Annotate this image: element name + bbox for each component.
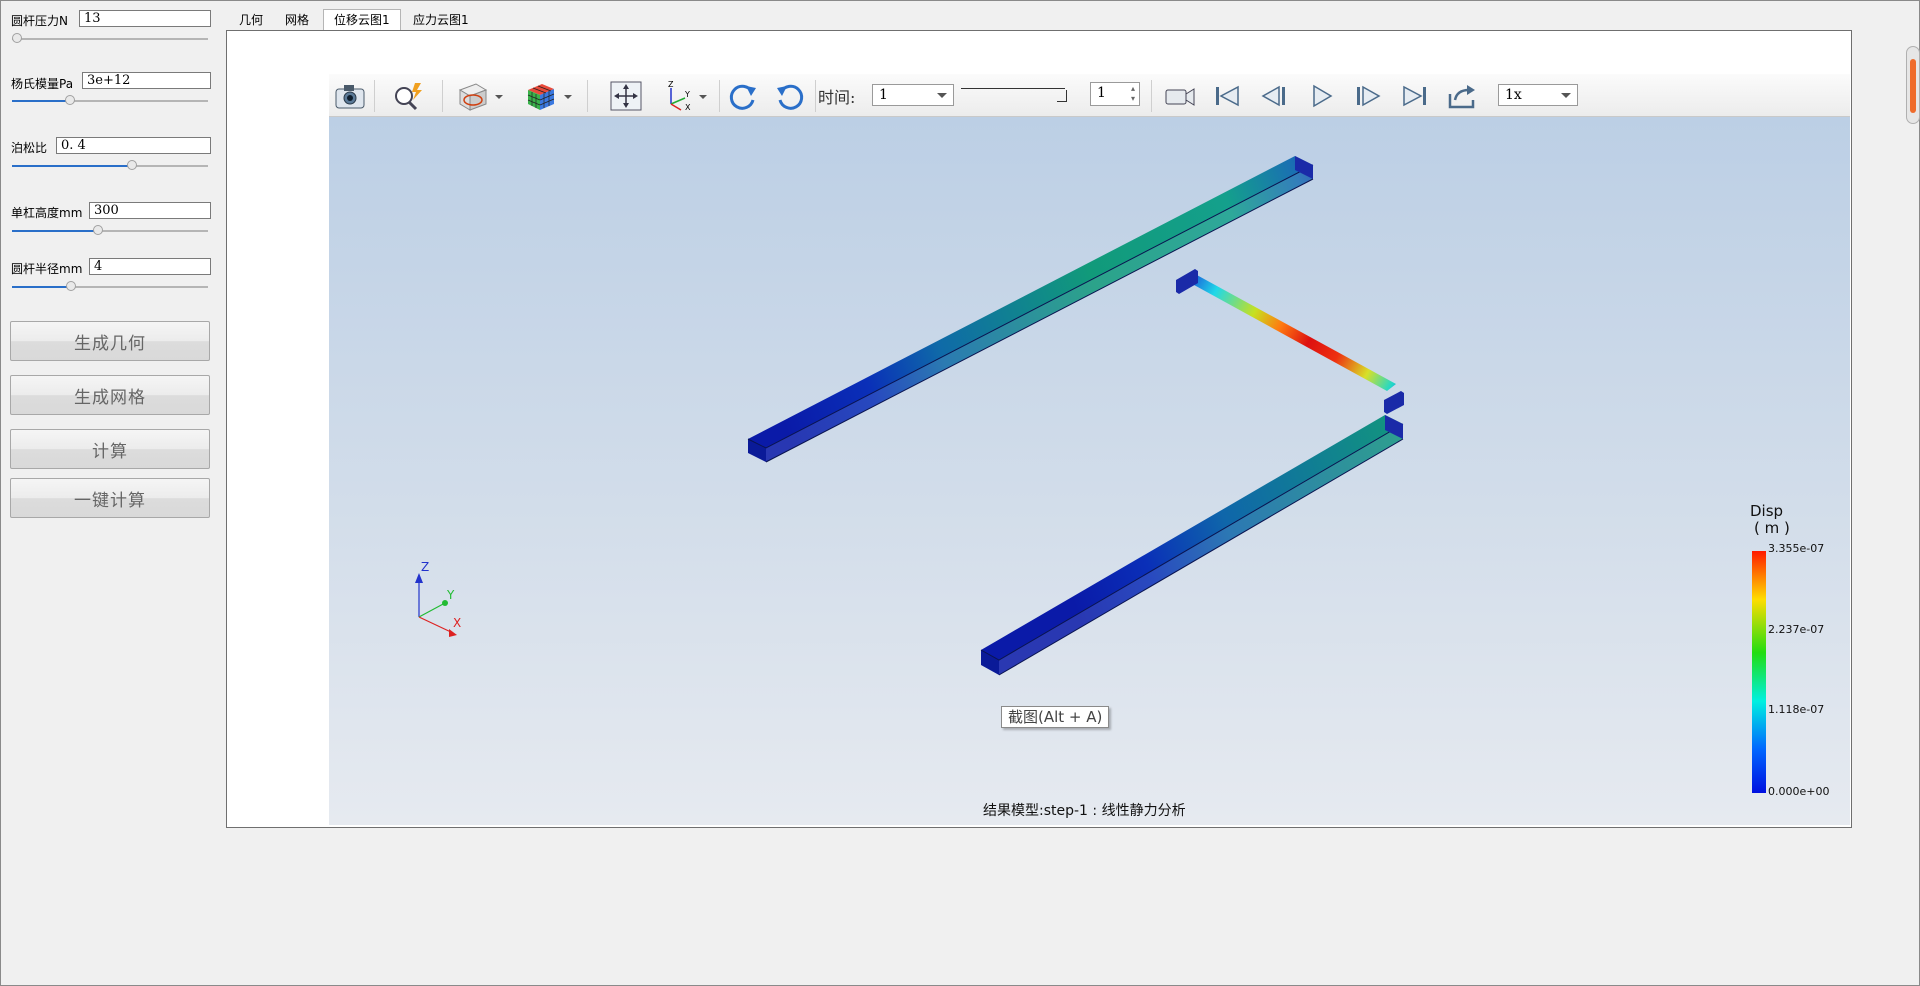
fit-view-icon[interactable]	[609, 80, 643, 112]
camera-icon[interactable]	[333, 80, 367, 112]
svg-text:Z: Z	[668, 80, 674, 89]
rotate-cw-icon[interactable]	[726, 80, 760, 112]
bar-height-slider[interactable]	[12, 225, 208, 237]
axes-icon[interactable]: Z Y X	[661, 80, 695, 112]
youngs-modulus-input[interactable]: 3e+12	[82, 72, 211, 89]
poisson-ratio-slider[interactable]	[12, 160, 208, 172]
clip-view-icon[interactable]	[456, 80, 490, 112]
play-icon[interactable]	[1304, 80, 1338, 112]
color-cube-dropdown-icon[interactable]	[562, 88, 574, 104]
rod-radius-label: 圆杆半径mm	[11, 262, 83, 276]
beam-right	[980, 415, 1404, 676]
legend-tick-2: 2.237e-07	[1768, 623, 1825, 636]
time-select-value: 1	[879, 87, 888, 103]
next-frame-icon[interactable]	[1351, 80, 1385, 112]
pressure-label: 圆杆压力N	[11, 14, 68, 28]
speed-select-value: 1x	[1505, 87, 1522, 103]
time-select[interactable]: 1	[872, 84, 954, 106]
tab-mesh[interactable]: 网格	[275, 10, 319, 31]
legend-title: Disp ( m )	[1750, 503, 1790, 537]
legend-tick-min: 0.000e+00	[1768, 785, 1830, 798]
color-cube-icon[interactable]	[524, 80, 558, 112]
axes-dropdown-icon[interactable]	[697, 88, 709, 104]
poisson-ratio-slider-handle[interactable]	[127, 160, 137, 170]
chevron-down-icon	[937, 93, 947, 98]
axis-x-label: X	[453, 616, 461, 630]
joint-bottom	[1384, 391, 1404, 414]
bar-height-input[interactable]: 300	[89, 202, 211, 219]
connecting-rod	[1185, 274, 1396, 391]
bar-height-label: 单杠高度mm	[11, 206, 83, 220]
spinner-icon[interactable]: ▴ ▾	[1131, 84, 1135, 104]
last-frame-icon[interactable]	[1398, 80, 1432, 112]
screenshot-tooltip: 截图(Alt + A)	[1001, 706, 1110, 728]
legend-title-unit: ( m )	[1754, 519, 1790, 537]
joint-top	[1176, 269, 1198, 294]
legend-color-bar	[1752, 551, 1766, 793]
zoom-probe-icon[interactable]	[391, 80, 425, 112]
view-toolbar: Z Y X 1 1 ▴ ▾ 1x	[329, 74, 1850, 117]
result-model-status: 结果模型:step-1 : 线性静力分析	[983, 803, 1186, 819]
time-slider[interactable]	[961, 86, 1079, 102]
youngs-modulus-slider[interactable]	[12, 95, 208, 107]
time-label: 时间:	[818, 88, 856, 107]
poisson-ratio-label: 泊松比	[11, 141, 48, 155]
tab-stress-contour[interactable]: 应力云图1	[403, 10, 479, 31]
rod-radius-slider-handle[interactable]	[66, 281, 76, 291]
compute-button[interactable]: 计算	[10, 429, 210, 469]
rod-radius-slider[interactable]	[12, 281, 208, 293]
chevron-down-icon	[1561, 93, 1571, 98]
clip-view-dropdown-icon[interactable]	[493, 88, 505, 104]
export-icon[interactable]	[1445, 80, 1479, 112]
poisson-ratio-input[interactable]: 0. 4	[56, 137, 211, 154]
svg-text:X: X	[685, 103, 691, 112]
tab-displacement-contour[interactable]: 位移云图1	[323, 9, 401, 31]
axis-y-label: Y	[446, 588, 455, 602]
axis-triad: Z Y X	[415, 560, 461, 637]
axis-z-label: Z	[421, 560, 429, 574]
youngs-modulus-label: 杨氏模量Pa	[11, 77, 74, 91]
record-icon[interactable]	[1163, 80, 1197, 112]
youngs-modulus-slider-handle[interactable]	[65, 95, 75, 105]
generate-geometry-button[interactable]: 生成几何	[10, 321, 210, 361]
generate-mesh-button[interactable]: 生成网格	[10, 375, 210, 415]
frame-spinbox-value: 1	[1097, 85, 1106, 101]
side-scrollbar-thumb[interactable]	[1910, 59, 1916, 113]
bar-height-slider-handle[interactable]	[93, 225, 103, 235]
side-scrollbar[interactable]	[1906, 46, 1920, 124]
frame-spinbox[interactable]: 1 ▴ ▾	[1090, 82, 1140, 106]
beam-left	[747, 156, 1314, 463]
rotate-ccw-icon[interactable]	[773, 80, 807, 112]
rod-radius-input[interactable]: 4	[89, 258, 211, 275]
first-frame-icon[interactable]	[1210, 80, 1244, 112]
legend-title-quantity: Disp	[1750, 502, 1784, 520]
legend-tick-3: 1.118e-07	[1768, 703, 1825, 716]
legend-tick-max: 3.355e-07	[1768, 542, 1825, 555]
pressure-slider[interactable]	[12, 33, 208, 45]
one-click-compute-button[interactable]: 一键计算	[10, 478, 210, 518]
prev-frame-icon[interactable]	[1257, 80, 1291, 112]
speed-select[interactable]: 1x	[1498, 84, 1578, 106]
pressure-input[interactable]: 13	[79, 10, 211, 27]
pressure-slider-handle[interactable]	[12, 33, 22, 43]
svg-text:Y: Y	[684, 90, 690, 99]
tab-geometry[interactable]: 几何	[229, 10, 273, 31]
